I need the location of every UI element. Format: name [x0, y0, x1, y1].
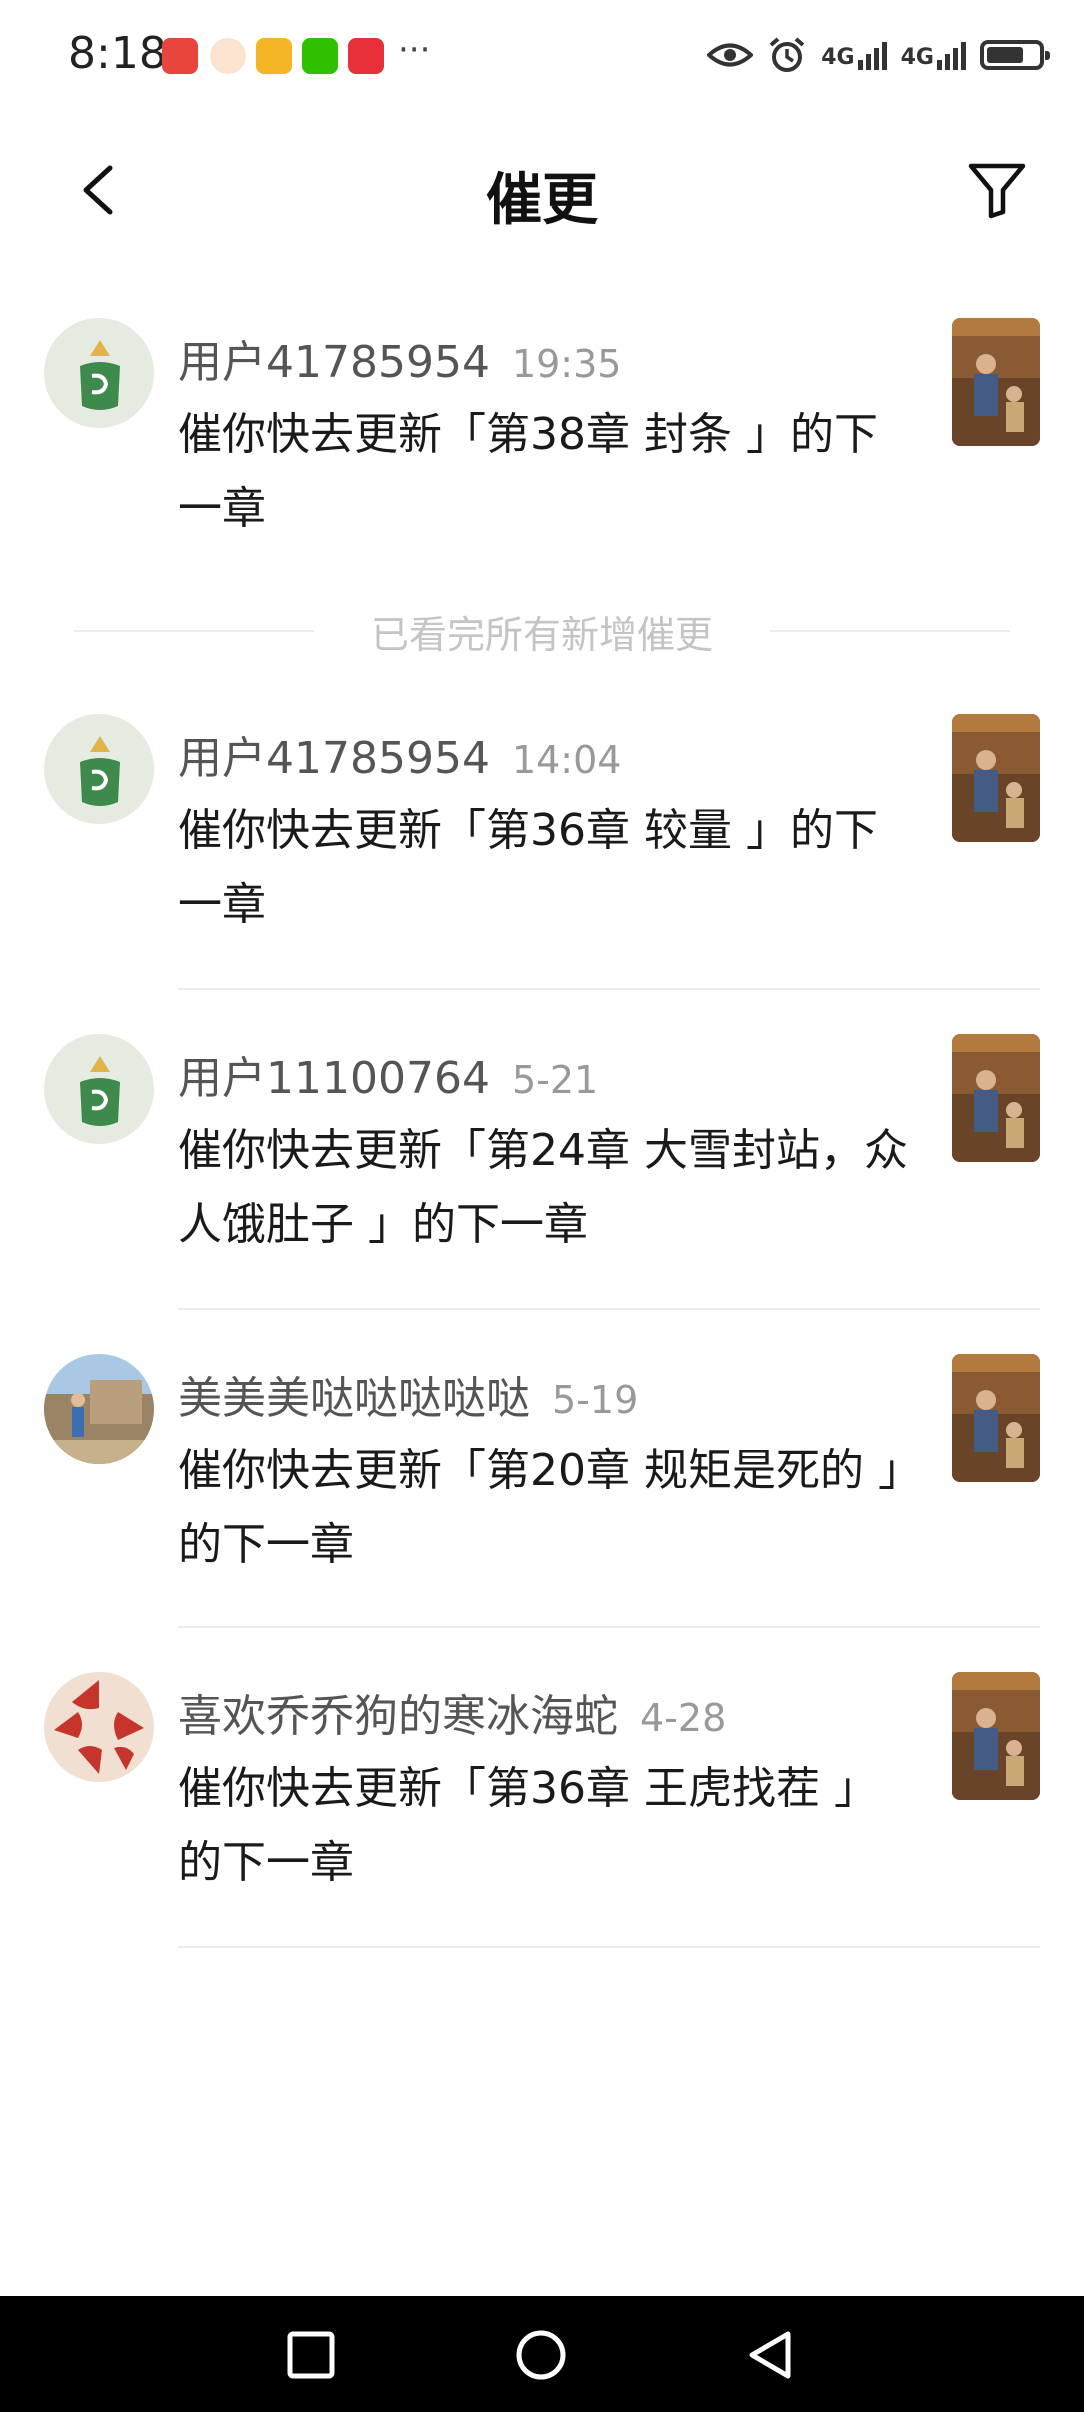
weibo-icon: [256, 38, 292, 74]
page-title: 催更: [486, 168, 598, 233]
username[interactable]: 用户41785954: [178, 733, 490, 784]
profile-icon: [210, 38, 246, 74]
recents-square-icon[interactable]: [284, 2328, 338, 2382]
username-line: 用户41785954 19:35: [178, 326, 621, 390]
more-notifications-icon: ···: [398, 30, 431, 70]
avatar[interactable]: [44, 1034, 154, 1144]
urge-message: 催你快去更新「第38章 封条 」的下一章: [178, 409, 878, 534]
urge-message: 催你快去更新「第24章 大雪封站，众人饿肚子 」的下一章: [178, 1125, 908, 1250]
timestamp: 5-21: [511, 1058, 599, 1102]
username-line: 用户41785954 14:04: [178, 722, 621, 786]
eye-icon: [707, 43, 754, 67]
username[interactable]: 美美美哒哒哒哒哒: [178, 1373, 530, 1424]
signal-icon-2: 4G: [901, 40, 966, 70]
status-time: 8:18: [68, 28, 167, 79]
timestamp: 19:35: [511, 342, 622, 386]
username-line: 美美美哒哒哒哒哒 5-19: [178, 1362, 638, 1426]
timestamp: 4-28: [640, 1696, 727, 1740]
username[interactable]: 喜欢乔乔狗的寒冰海蛇: [178, 1691, 618, 1742]
avatar[interactable]: [44, 318, 154, 428]
urge-message: 催你快去更新「第36章 较量 」的下一章: [178, 805, 878, 930]
timestamp: 5-19: [552, 1378, 639, 1422]
book-cover[interactable]: [952, 1672, 1040, 1800]
wechat-icon: [302, 38, 338, 74]
signal-icon: 4G: [821, 40, 887, 70]
home-circle-icon[interactable]: [514, 2328, 568, 2382]
username-line: 用户11100764 5-21: [178, 1042, 598, 1106]
list-divider: [178, 1308, 1040, 1310]
system-nav-bar: [0, 2296, 1084, 2412]
book-cover[interactable]: [952, 318, 1040, 446]
huawei-appgallery-icon: [162, 38, 198, 74]
network-type-label-2: 4G: [900, 45, 934, 70]
book-cover[interactable]: [952, 1034, 1040, 1162]
status-bar: 8:18 ··· 4G 4G: [0, 0, 1084, 110]
book-cover[interactable]: [952, 714, 1040, 842]
app-header: 催更: [0, 130, 1084, 250]
list-divider: [178, 1946, 1040, 1948]
shopping-icon: [348, 38, 384, 74]
filter-icon[interactable]: [965, 158, 1029, 222]
alarm-icon: [769, 37, 805, 72]
urge-message: 催你快去更新「第36章 王虎找茬 」的下一章: [178, 1763, 878, 1888]
timestamp: 14:04: [511, 738, 622, 782]
battery-icon: [980, 40, 1050, 70]
battery-fill: [987, 47, 1023, 63]
separator-line-right: [770, 630, 1010, 632]
avatar[interactable]: [44, 1354, 154, 1464]
list-divider: [178, 988, 1040, 990]
back-triangle-icon[interactable]: [744, 2328, 798, 2382]
username-line: 喜欢乔乔狗的寒冰海蛇 4-28: [178, 1680, 726, 1744]
username[interactable]: 用户11100764: [178, 1053, 490, 1104]
list-divider: [178, 1626, 1040, 1628]
urge-message: 催你快去更新「第20章 规矩是死的 」的下一章: [178, 1445, 900, 1570]
network-type-label: 4G: [821, 45, 855, 70]
book-cover[interactable]: [952, 1354, 1040, 1482]
username[interactable]: 用户41785954: [178, 337, 490, 388]
avatar[interactable]: [44, 714, 154, 824]
avatar[interactable]: [44, 1672, 154, 1782]
